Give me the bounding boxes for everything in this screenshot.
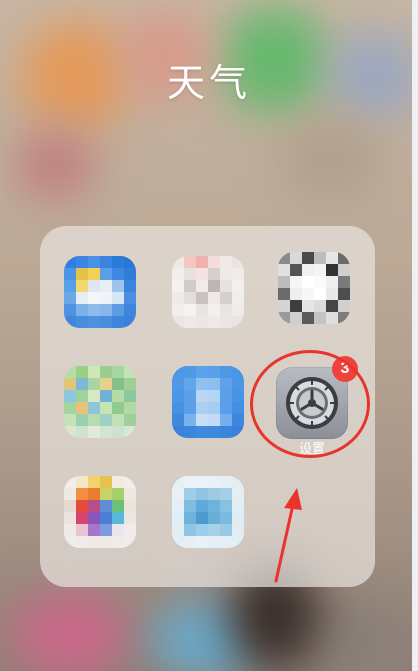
blurred-app-7[interactable] [64,476,136,548]
blurred-app-1[interactable] [64,256,136,328]
blurred-app-8[interactable] [172,476,244,548]
blurred-app-3[interactable] [278,252,350,324]
annotation-arrow-icon [274,488,302,583]
blurred-app-4[interactable] [64,366,136,438]
blurred-app-5[interactable] [172,366,244,438]
folder-title[interactable]: 天气 [0,52,418,107]
highlight-circle [250,350,370,458]
blurred-app-2[interactable] [172,256,244,328]
